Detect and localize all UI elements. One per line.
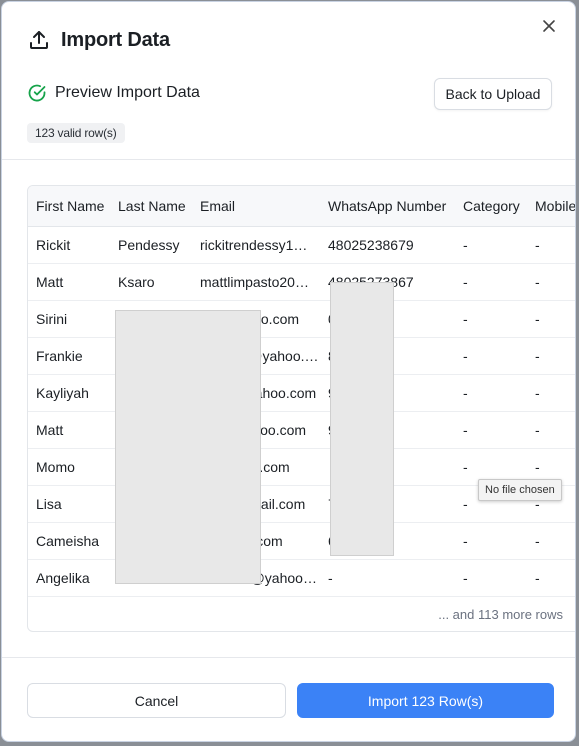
table-cell: - [455, 337, 527, 375]
check-circle-icon [27, 83, 47, 103]
table-cell: - [320, 559, 455, 597]
preview-title: Preview Import Data [55, 84, 200, 101]
table-cell: - [455, 559, 527, 597]
table-cell: mattlimpasto20@yahoo.com [192, 263, 320, 301]
table-cell: - [455, 374, 527, 412]
table-row: Angelikaarrish21@yahoo.com--- [28, 559, 575, 597]
table-cell: - [527, 263, 575, 301]
table-row: Frankie_valdes@yahoo.com808-- [28, 337, 575, 375]
column-header: Mobile [527, 186, 575, 227]
back-to-upload-button[interactable]: Back to Upload [434, 78, 552, 110]
file-input-tooltip: No file chosen [478, 479, 562, 501]
table-cell: Frankie [28, 337, 110, 375]
column-header: Last Name [110, 186, 192, 227]
table-cell: - [527, 522, 575, 560]
table-row: Sirinimr@yahoo.com07-- [28, 300, 575, 338]
upload-icon [27, 28, 51, 52]
table-cell: Kayliyah [28, 374, 110, 412]
table-header-row: First Name Last Name Email WhatsApp Number C… [28, 186, 575, 227]
table-row: RickitPendessyrickitrendessy1@yahoo.com4… [28, 226, 575, 264]
column-header: First Name [28, 186, 110, 227]
table-cell: - [527, 411, 575, 449]
table-cell: 48025238679 [320, 226, 455, 264]
redaction-block [330, 282, 394, 556]
table-cell: - [527, 337, 575, 375]
table-cell: Matt [28, 263, 110, 301]
table-cell: Matt [28, 411, 110, 449]
table-cell: - [455, 300, 527, 338]
column-header: Email [192, 186, 320, 227]
table-cell: Lisa [28, 485, 110, 523]
table-cell: Ksaro [110, 263, 192, 301]
more-rows-row: ... and 113 more rows [28, 596, 575, 631]
valid-rows-badge: 123 valid row(s) [27, 123, 125, 143]
table-cell: - [455, 411, 527, 449]
table-cell: - [455, 226, 527, 264]
more-rows-label: ... and 113 more rows [438, 607, 563, 623]
close-button[interactable] [539, 16, 559, 36]
table-cell: Rickit [28, 226, 110, 264]
table-cell: - [527, 226, 575, 264]
redaction-block [115, 310, 261, 584]
table-cell: - [455, 263, 527, 301]
preview-heading: Preview Import Data [27, 83, 200, 103]
table-cell: Angelika [28, 559, 110, 597]
preview-table-container[interactable]: First Name Last Name Email WhatsApp Number C… [27, 185, 575, 632]
column-header: WhatsApp Number [320, 186, 455, 227]
table-cell: rickitrendessy1@yahoo.com [192, 226, 320, 264]
dialog-header: Import Data [27, 28, 170, 52]
table-cell: - [527, 374, 575, 412]
table-cell: Pendessy [110, 226, 192, 264]
import-button[interactable]: Import 123 Row(s) [297, 683, 554, 718]
dialog-title: Import Data [61, 28, 170, 51]
table-row: Cameisha@yahoo.com698-- [28, 522, 575, 560]
table-row: Kayliyahkai33@yahoo.com91-- [28, 374, 575, 412]
table-row: MattKsaromattlimpasto20@yahoo.com4802527… [28, 263, 575, 301]
column-header: Category [455, 186, 527, 227]
table-cell: - [527, 300, 575, 338]
cancel-button[interactable]: Cancel [27, 683, 286, 718]
divider [2, 657, 575, 658]
import-data-dialog: Import Data Preview Import Data Back to … [1, 1, 576, 742]
table-row: Matton3@yahoo.com96-- [28, 411, 575, 449]
divider [2, 159, 575, 160]
table-cell: - [527, 559, 575, 597]
close-icon [539, 16, 559, 36]
table-cell: Momo [28, 448, 110, 486]
table-cell: Sirini [28, 300, 110, 338]
table-cell: Cameisha [28, 522, 110, 560]
table-cell: - [455, 522, 527, 560]
preview-table: First Name Last Name Email WhatsApp Number C… [28, 186, 575, 631]
